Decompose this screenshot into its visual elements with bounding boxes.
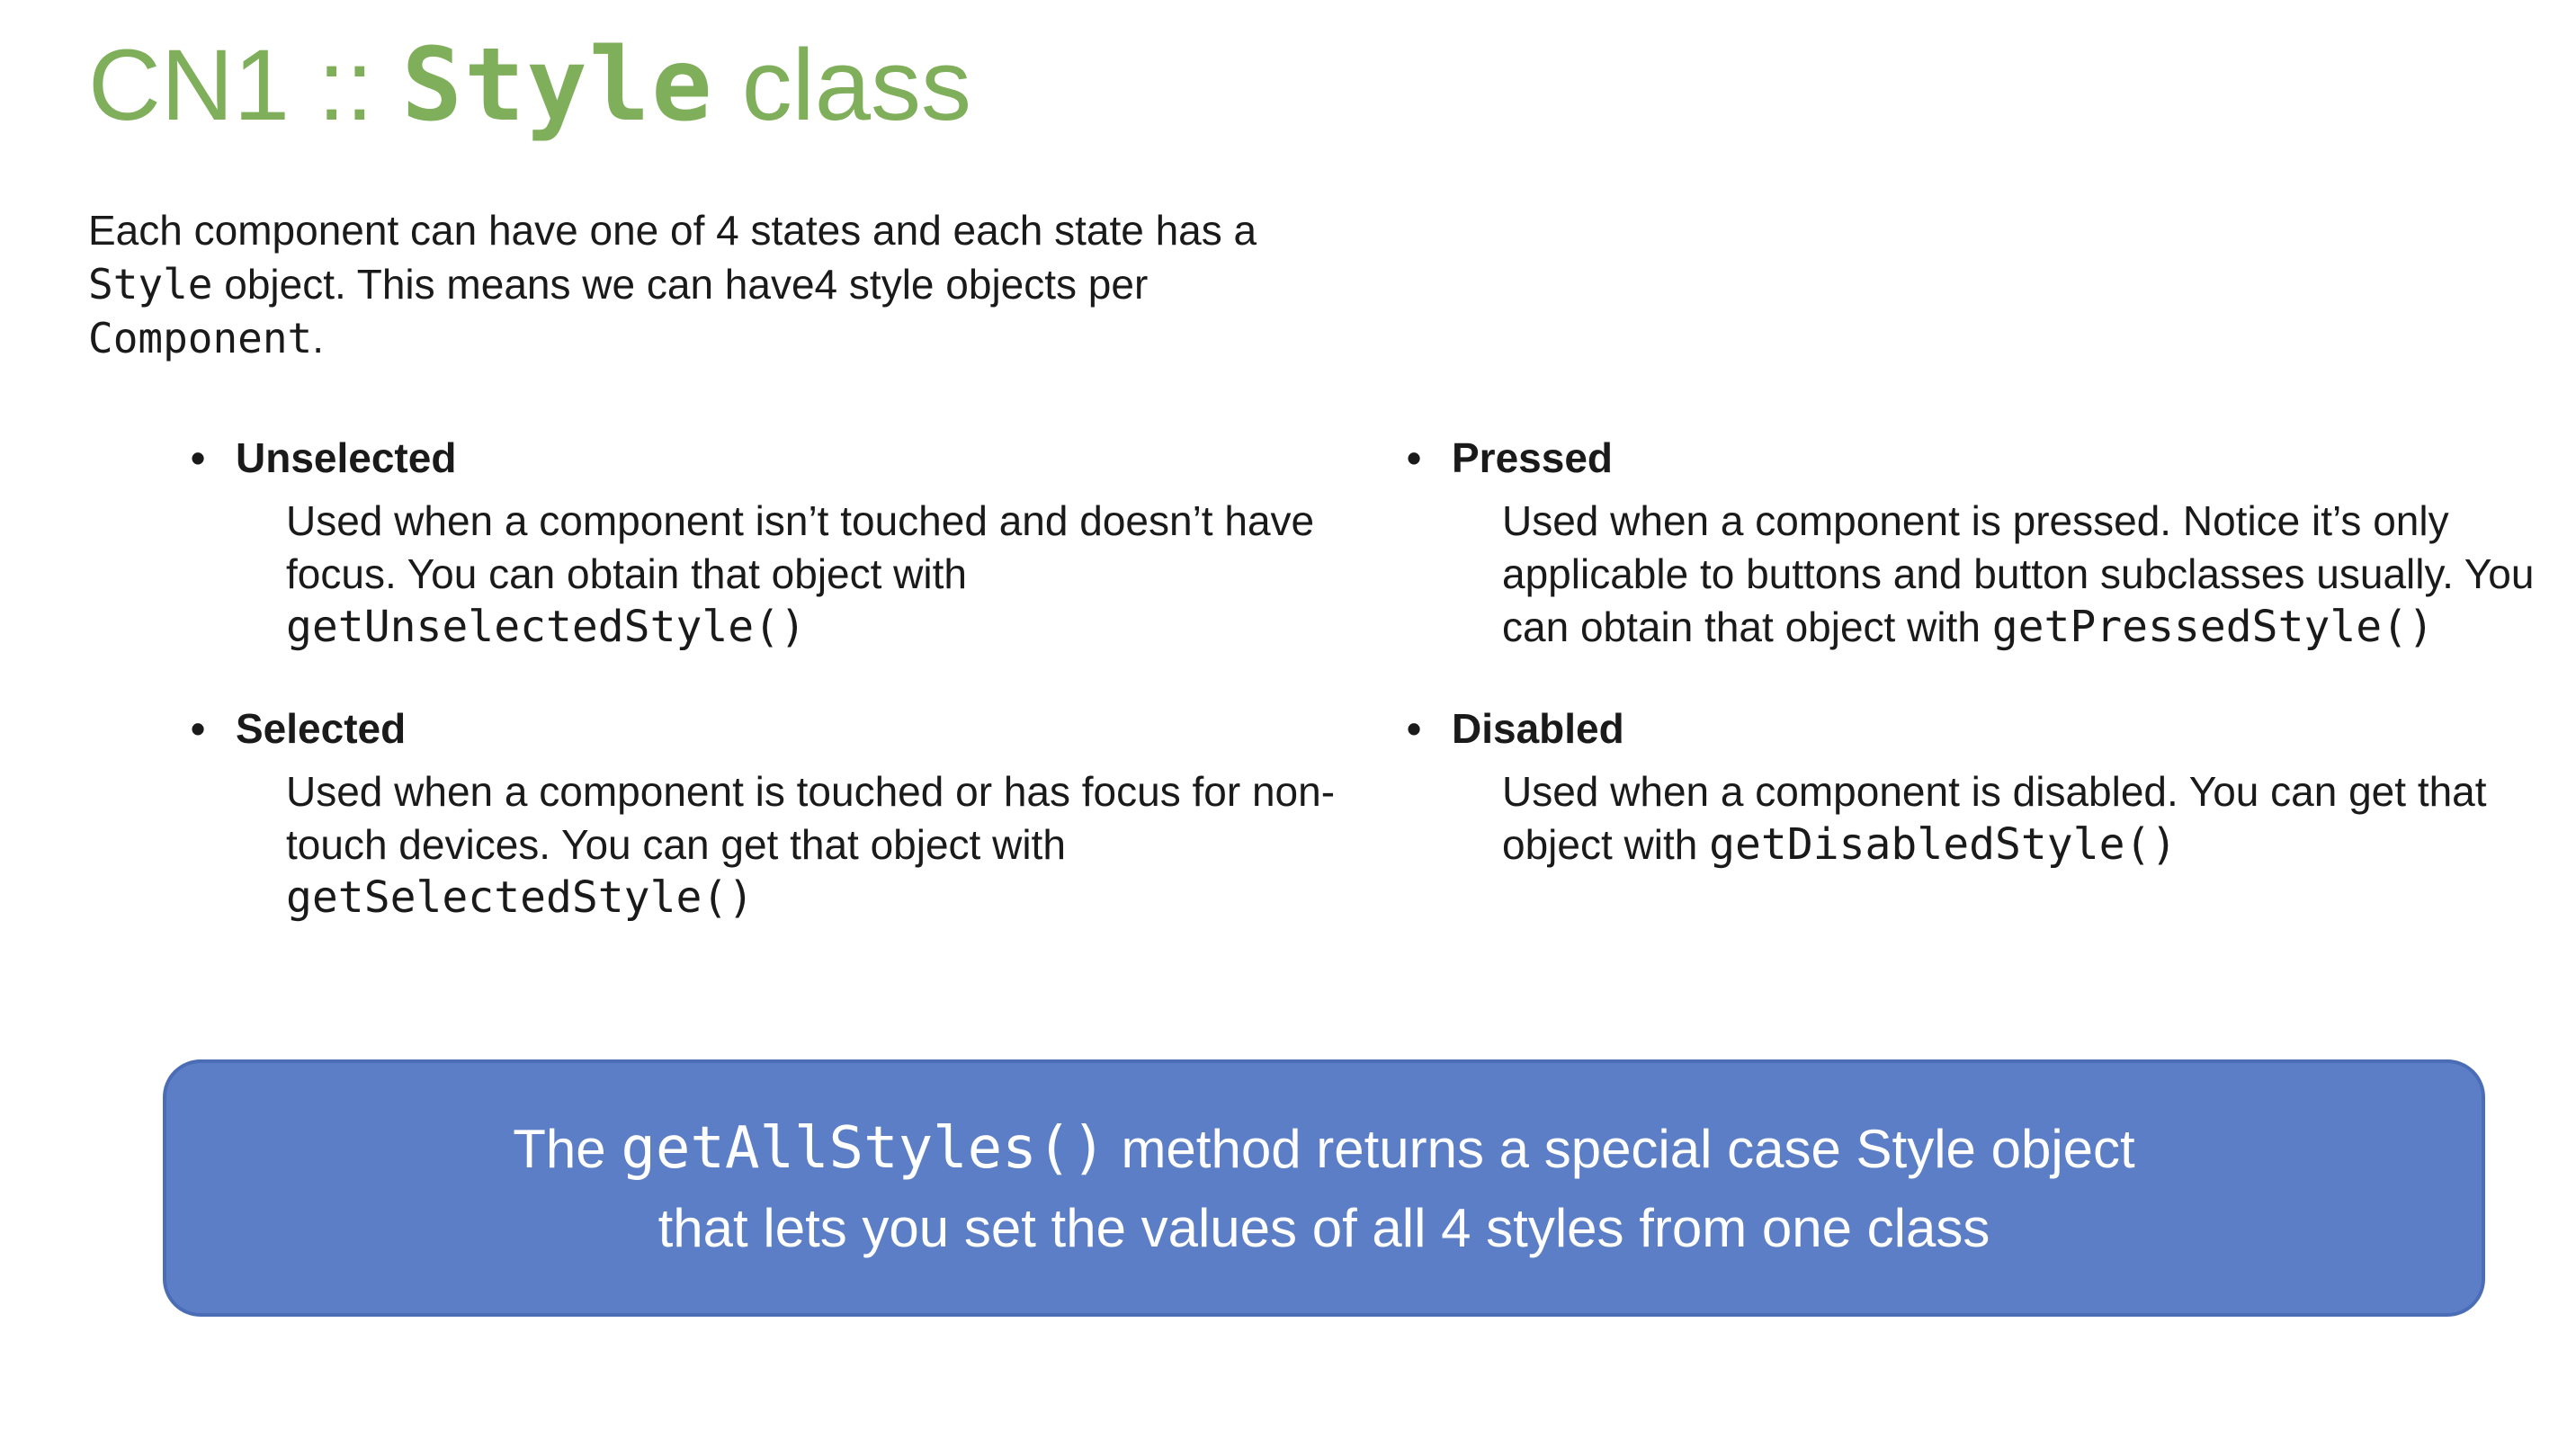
state-description: Used when a component is touched or has … [180,765,1349,925]
state-description-text: Used when a component is touched or has … [286,768,1336,868]
title-prefix: CN1 :: [88,29,402,141]
state-heading: • Pressed [1396,430,2565,486]
states-column-left: • Unselected Used when a component isn’t … [180,430,1349,925]
intro-text-1: Each component can have one of 4 states … [88,207,1257,254]
state-heading: • Disabled [1396,701,2565,756]
state-method: getUnselectedStyle() [286,602,806,652]
state-item-selected: • Selected Used when a component is touch… [180,701,1349,925]
bullet-icon: • [1406,705,1422,752]
bullet-icon: • [1406,434,1422,481]
state-description: Used when a component isn’t touched and … [180,495,1349,654]
state-heading: • Unselected [180,430,1349,486]
state-item-pressed: • Pressed Used when a component is presse… [1396,430,2565,654]
state-name: Selected [236,705,407,752]
intro-text-3: . [312,315,325,362]
state-name: Pressed [1452,434,1614,481]
state-method: getPressedStyle() [1991,602,2434,652]
state-description: Used when a component is disabled. You c… [1396,765,2565,871]
callout-box: The getAllStyles() method returns a spec… [163,1059,2485,1317]
bullet-icon: • [190,434,206,481]
state-description: Used when a component is pressed. Notice… [1396,495,2565,654]
title-suffix: class [713,29,971,141]
state-method: getSelectedStyle() [286,872,755,923]
callout-text-2: method returns a special case Style obje… [1105,1118,2135,1179]
intro-code-component: Component [88,314,313,362]
bullet-icon: • [190,705,206,752]
intro-code-style: Style [88,260,213,308]
intro-text-2: object. This means we can have4 style ob… [212,261,1149,308]
callout-code: getAllStyles() [621,1114,1106,1182]
title-code: Style [401,27,714,144]
slide-title: CN1 :: Style class [88,18,971,153]
state-name: Unselected [236,434,457,481]
state-item-disabled: • Disabled Used when a component is disab… [1396,701,2565,871]
state-method: getDisabledStyle() [1709,819,2178,870]
state-item-unselected: • Unselected Used when a component isn’t … [180,430,1349,654]
states-column-right: • Pressed Used when a component is presse… [1396,430,2565,871]
intro-paragraph: Each component can have one of 4 states … [88,203,1347,365]
state-name: Disabled [1452,705,1624,752]
callout-line-1: The getAllStyles() method returns a spec… [513,1109,2134,1189]
callout-text-1: The [513,1118,622,1179]
state-description-text: Used when a component isn’t touched and … [286,497,1315,597]
state-heading: • Selected [180,701,1349,756]
callout-line-2: that lets you set the values of all 4 st… [657,1197,1990,1258]
